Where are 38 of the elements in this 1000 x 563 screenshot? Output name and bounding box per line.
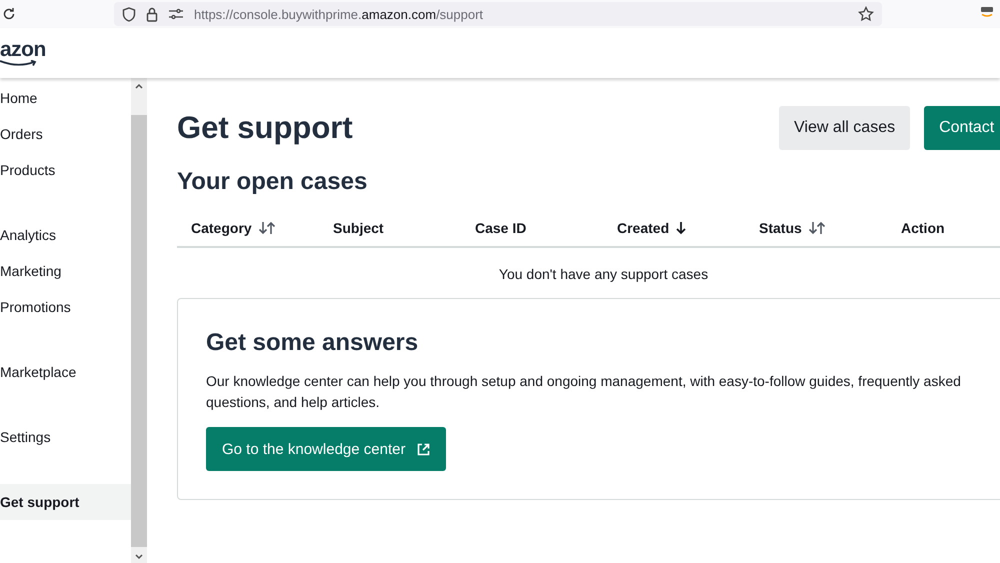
column-header[interactable]: Action (901, 220, 945, 236)
view-cases-button[interactable]: View all cases (779, 106, 910, 150)
reload-icon[interactable] (2, 7, 16, 21)
scroll-down-icon[interactable] (134, 553, 144, 561)
section-title: Your open cases (177, 168, 368, 196)
nav-item[interactable]: Home (0, 80, 131, 116)
shield-icon[interactable] (122, 6, 136, 22)
card-title: Get some answers (206, 329, 418, 357)
logo[interactable]: azon (0, 40, 46, 60)
sort-descending-icon[interactable] (675, 221, 688, 235)
address-bar[interactable]: https://console.buywithprime.amazon.com/support (114, 2, 882, 26)
nav-item[interactable]: Get support (0, 484, 131, 520)
nav-item[interactable]: Orders (0, 116, 131, 152)
sort-icon[interactable] (808, 221, 826, 235)
column-header[interactable]: Case ID (475, 220, 526, 236)
nav-item[interactable]: Analytics (0, 217, 131, 253)
star-icon[interactable] (858, 6, 874, 22)
external-link-icon (417, 442, 430, 456)
scroll-up-icon[interactable] (134, 82, 144, 90)
contact-button[interactable]: Contact (924, 106, 1000, 150)
empty-message: You don't have any support cases (498, 266, 708, 282)
knowledge-center-button[interactable]: Go to the knowledge center (206, 427, 446, 471)
nav-item[interactable]: Products (0, 152, 131, 188)
nav-item[interactable]: Marketplace (0, 354, 131, 390)
nav-item[interactable]: Marketing (0, 253, 131, 289)
column-header[interactable]: Category (191, 220, 252, 236)
column-header[interactable]: Created (617, 220, 670, 236)
url-text[interactable]: https://console.buywithprime.amazon.com/support (194, 6, 848, 22)
sort-icon[interactable] (258, 221, 276, 235)
column-header[interactable]: Status (759, 220, 802, 236)
sliders-icon[interactable] (168, 8, 184, 20)
card-text: Our knowledge center can help you through setup and ongoing management, with easy-to-follow guides, frequently asked questions, and help articles. (206, 372, 962, 412)
page-title: Get support (177, 110, 354, 146)
extension-icon[interactable] (980, 6, 994, 18)
lock-icon[interactable] (146, 6, 158, 22)
nav-item[interactable]: Promotions (0, 289, 131, 325)
nav-item[interactable]: Settings (0, 419, 131, 455)
column-header[interactable]: Subject (333, 220, 384, 236)
